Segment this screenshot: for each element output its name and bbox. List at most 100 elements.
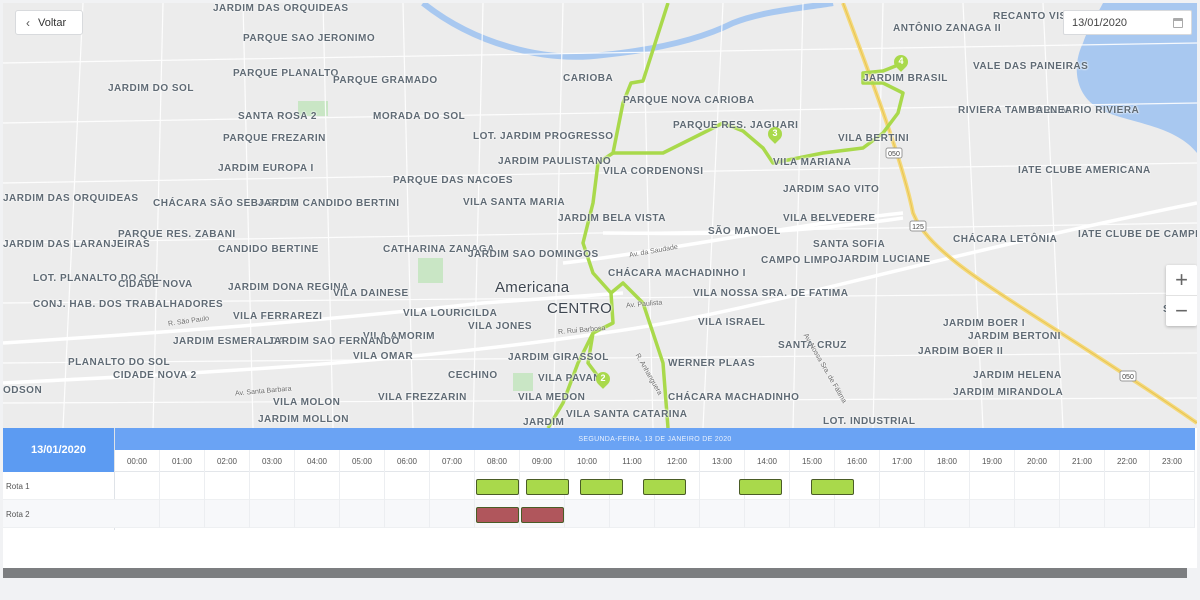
- route-marker-4[interactable]: 4: [891, 52, 911, 73]
- neighborhood-label: CAMPO LIMPO: [761, 255, 839, 266]
- hour-label: 04:00: [295, 450, 340, 472]
- hour-cell: [970, 500, 1015, 528]
- back-button[interactable]: ‹ Voltar: [15, 10, 83, 35]
- neighborhood-label: BALNEARIO RIVIERA: [1028, 105, 1140, 116]
- hour-cell: [970, 472, 1015, 500]
- route-segment[interactable]: [811, 479, 855, 495]
- hour-label: 18:00: [925, 450, 970, 472]
- neighborhood-label: VILA CORDENONSI: [603, 166, 704, 177]
- hour-cell: [295, 472, 340, 500]
- neighborhood-label: VILA DAINESE: [333, 288, 409, 299]
- svg-text:050: 050: [888, 151, 900, 158]
- hour-label: 21:00: [1060, 450, 1105, 472]
- route-segment[interactable]: [476, 479, 519, 495]
- neighborhood-label: IATE CLUBE AMERICANA: [1018, 165, 1151, 176]
- neighborhood-label: VILA FREZZARIN: [378, 392, 467, 403]
- hour-label: 22:00: [1105, 450, 1150, 472]
- hour-cell: [430, 472, 475, 500]
- hour-label: 16:00: [835, 450, 880, 472]
- neighborhood-label: VILA FERRAREZI: [233, 311, 323, 322]
- neighborhood-label: VILA SANTA MARIA: [463, 197, 566, 208]
- date-picker-field[interactable]: 13/01/2020: [1063, 10, 1192, 35]
- route-marker-3[interactable]: 3: [765, 124, 785, 145]
- hour-cell: [610, 500, 655, 528]
- neighborhood-label: WERNER PLAAS: [668, 358, 756, 369]
- route-segment[interactable]: [476, 507, 519, 523]
- map-view[interactable]: 050 125 050 JARDIM DAS ORQUIDEAS PARQUE S…: [3, 3, 1197, 428]
- route-segment[interactable]: [521, 507, 564, 523]
- hour-cell: [700, 500, 745, 528]
- neighborhood-label: VALE DAS PAINEIRAS: [973, 61, 1089, 72]
- hour-label: 01:00: [160, 450, 205, 472]
- hour-cell: [1060, 472, 1105, 500]
- neighborhood-label: VILA PAVAN: [538, 373, 601, 384]
- route-segment[interactable]: [525, 479, 569, 495]
- center-label: CENTRO: [547, 300, 613, 317]
- hour-cell: [385, 500, 430, 528]
- neighborhood-label: JARDIM SAO FERNANDO: [268, 336, 400, 347]
- neighborhood-label: PARQUE DAS NACOES: [393, 175, 513, 186]
- hour-cell: [835, 500, 880, 528]
- neighborhood-label: CANDIDO BERTINE: [218, 244, 319, 255]
- neighborhood-label: JARDIM: [523, 417, 565, 428]
- zoom-out-button[interactable]: −: [1166, 296, 1197, 326]
- neighborhood-label: SANTA ROSA 2: [238, 111, 317, 122]
- hour-cell: [340, 472, 385, 500]
- hour-cell: [115, 472, 160, 500]
- neighborhood-label: PARQUE FREZARIN: [223, 133, 326, 144]
- neighborhood-label: VILA MEDON: [518, 392, 586, 403]
- neighborhood-label: VILA OMAR: [353, 351, 414, 362]
- neighborhood-label: VILA MOLON: [273, 397, 341, 408]
- hour-cell: [565, 500, 610, 528]
- timeline-date: 13/01/2020: [3, 428, 114, 472]
- hour-cell: [1060, 500, 1105, 528]
- hour-label: 17:00: [880, 450, 925, 472]
- hour-label: 23:00: [1150, 450, 1195, 472]
- neighborhood-label: JARDIM CANDIDO BERTINI: [258, 198, 400, 209]
- neighborhood-label: JARDIM BOER II: [918, 346, 1004, 357]
- neighborhood-label: ODSON: [3, 385, 43, 396]
- neighborhood-label: JARDIM BRASIL: [863, 73, 948, 84]
- neighborhood-label: LOT. JARDIM PROGRESSO: [473, 131, 614, 142]
- route-segment[interactable]: [579, 479, 623, 495]
- date-value: 13/01/2020: [1072, 16, 1128, 29]
- neighborhood-label: SANTA SOFIA: [813, 239, 886, 250]
- hour-cell: [880, 472, 925, 500]
- hour-label: 05:00: [340, 450, 385, 472]
- neighborhood-label: JARDIM HELENA: [973, 370, 1062, 381]
- calendar-icon[interactable]: [1173, 17, 1183, 28]
- app-root: 050 125 050 JARDIM DAS ORQUIDEAS PARQUE S…: [0, 0, 1200, 600]
- hour-cell: [385, 472, 430, 500]
- route-segment[interactable]: [642, 479, 686, 495]
- hour-cell: [160, 500, 205, 528]
- hour-cell: [205, 500, 250, 528]
- timeline-day-header: SEGUNDA-FEIRA, 13 DE JANEIRO DE 2020: [115, 428, 1195, 450]
- neighborhood-label: JARDIM DO SOL: [108, 83, 194, 94]
- neighborhood-label: JARDIM LUCIANE: [838, 254, 931, 265]
- neighborhood-label: JARDIM BOER I: [943, 318, 1026, 329]
- neighborhood-label: VILA SANTA CATARINA: [566, 409, 688, 420]
- hour-cell: [430, 500, 475, 528]
- route-segment[interactable]: [739, 479, 783, 495]
- neighborhood-label: CHÁCARA LETÔNIA: [953, 234, 1058, 245]
- hour-cell: [745, 500, 790, 528]
- hour-cell: [1015, 500, 1060, 528]
- hour-cell: [1015, 472, 1060, 500]
- zoom-in-button[interactable]: +: [1166, 265, 1197, 295]
- chevron-left-icon: ‹: [26, 15, 30, 30]
- neighborhood-label: JARDIM EUROPA I: [218, 163, 314, 174]
- route-marker-2[interactable]: 2: [593, 369, 613, 390]
- route-row: Rota 2: [3, 500, 1195, 528]
- neighborhood-label: VILA BERTINI: [838, 133, 910, 144]
- hour-label: 06:00: [385, 450, 430, 472]
- route-grid: [115, 500, 1195, 528]
- neighborhood-label: JARDIM BELA VISTA: [558, 213, 666, 224]
- neighborhood-label: JARDIM SAO DOMINGOS: [468, 249, 599, 260]
- horizontal-scrollbar[interactable]: [3, 568, 1187, 578]
- hour-label: 08:00: [475, 450, 520, 472]
- neighborhood-label: VILA LOURICILDA: [403, 308, 498, 319]
- neighborhood-label: MORADA DO SOL: [373, 111, 466, 122]
- hour-label: 12:00: [655, 450, 700, 472]
- back-button-label: Voltar: [38, 16, 67, 29]
- hour-cell: [1105, 500, 1150, 528]
